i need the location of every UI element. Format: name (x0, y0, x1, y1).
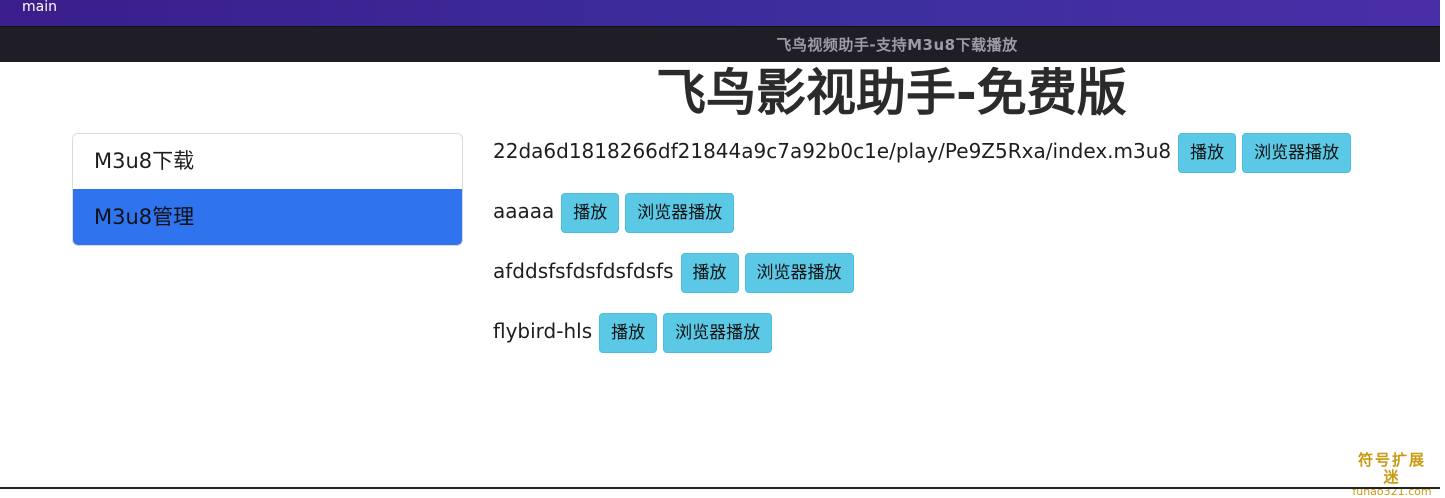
video-name: 22da6d1818266df21844a9c7a92b0c1e/play/Pe… (493, 139, 1172, 163)
menu-item-m3u8-download[interactable]: M3u8下载 (73, 134, 462, 189)
browser-play-button[interactable]: 浏览器播放 (625, 193, 735, 233)
play-button[interactable]: 播放 (561, 193, 620, 233)
menu-item-m3u8-manage[interactable]: M3u8管理 (73, 189, 462, 245)
top-strip: main (0, 0, 1440, 26)
play-button[interactable]: 播放 (1178, 133, 1237, 173)
side-menu: M3u8下载 M3u8管理 (72, 133, 463, 246)
play-button[interactable]: 播放 (599, 313, 658, 353)
window-strip-label: main (22, 0, 57, 15)
title-bar: 飞鸟视频助手-支持M3u8下载播放 (0, 26, 1440, 62)
video-name: afddsfsfdsfdsfdsfs (493, 259, 674, 283)
list-item: 22da6d1818266df21844a9c7a92b0c1e/play/Pe… (493, 133, 1357, 173)
list-item: afddsfsfdsfdsfdsfs 播放 浏览器播放 (493, 253, 1357, 293)
video-list: 22da6d1818266df21844a9c7a92b0c1e/play/Pe… (493, 133, 1357, 373)
video-name: aaaaa (493, 199, 555, 223)
play-button[interactable]: 播放 (680, 253, 739, 293)
browser-play-button[interactable]: 浏览器播放 (744, 253, 854, 293)
browser-play-button[interactable]: 浏览器播放 (663, 313, 773, 353)
list-item: aaaaa 播放 浏览器播放 (493, 193, 1357, 233)
window-title: 飞鸟视频助手-支持M3u8下载播放 (776, 36, 1018, 54)
bottom-divider (0, 487, 1440, 489)
video-name: flybird-hls (493, 319, 593, 343)
browser-play-button[interactable]: 浏览器播放 (1242, 133, 1352, 173)
watermark-logo: 符号扩展迷 fuhao321.com (1350, 452, 1434, 498)
list-item: flybird-hls 播放 浏览器播放 (493, 313, 1357, 353)
page-title: 飞鸟影视助手-免费版 (656, 64, 1127, 122)
watermark-title: 符号扩展迷 (1357, 451, 1426, 486)
